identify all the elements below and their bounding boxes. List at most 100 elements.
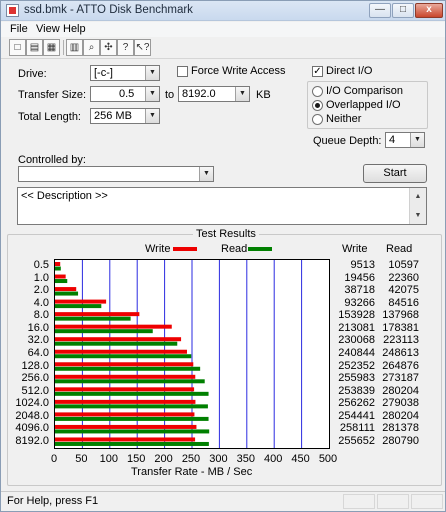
read-value-label: 248613 bbox=[382, 347, 419, 359]
transfer-size-from-select[interactable]: 0.5 ▼ bbox=[90, 86, 160, 102]
write-value-label: 255983 bbox=[338, 372, 375, 385]
context-help-button[interactable]: ↖? bbox=[134, 39, 151, 56]
legend-read-label: Read bbox=[221, 243, 248, 255]
total-length-label: Total Length: bbox=[18, 111, 81, 123]
chart-svg bbox=[55, 260, 303, 448]
total-length-select[interactable]: 256 MB ▼ bbox=[90, 108, 160, 124]
save-button[interactable]: ▦ bbox=[43, 39, 60, 56]
read-value-label: 42075 bbox=[388, 284, 419, 297]
total-length-value: 256 MB bbox=[94, 110, 132, 122]
write-value-label: 38718 bbox=[344, 284, 375, 297]
radio-io-comparison[interactable] bbox=[312, 86, 323, 97]
bar-read bbox=[55, 266, 61, 271]
chevron-down-icon: ▼ bbox=[410, 133, 424, 147]
legend-write-label: Write bbox=[145, 243, 171, 255]
toolbar-separator bbox=[63, 40, 64, 55]
transfer-size-to-select[interactable]: 8192.0 ▼ bbox=[178, 86, 250, 102]
x-tick-label: 500 bbox=[318, 453, 338, 465]
x-tick-label: 200 bbox=[154, 453, 173, 465]
io-comparison-label: I/O Comparison bbox=[326, 85, 404, 97]
description-textarea[interactable]: << Description >> ▲ ▼ bbox=[17, 187, 427, 225]
transfer-size-from-value: 0.5 bbox=[119, 88, 135, 100]
bar-write bbox=[55, 262, 61, 266]
scroll-down-icon[interactable]: ▼ bbox=[411, 208, 425, 223]
scroll-up-icon[interactable]: ▲ bbox=[411, 189, 425, 204]
description-scrollbar[interactable]: ▲ ▼ bbox=[409, 188, 426, 224]
x-tick-label: 300 bbox=[209, 453, 228, 465]
category-label: 64.0 bbox=[27, 347, 49, 359]
force-write-label: Force Write Access bbox=[191, 65, 286, 77]
chevron-down-icon: ▼ bbox=[145, 66, 159, 80]
bar-read bbox=[55, 304, 102, 309]
direct-io-checkbox[interactable]: ✓ bbox=[312, 66, 323, 77]
controlled-by-select[interactable]: ▼ bbox=[18, 166, 214, 182]
start-button[interactable]: Start bbox=[363, 164, 427, 183]
bar-write bbox=[55, 424, 197, 429]
category-label: 1024.0 bbox=[15, 397, 49, 410]
kb-label: KB bbox=[256, 89, 271, 101]
title-bar[interactable]: ssd.bmk - ATTO Disk Benchmark — □ x bbox=[1, 1, 445, 21]
read-value-label: 264876 bbox=[382, 359, 419, 372]
radio-overlapped-io[interactable] bbox=[312, 100, 323, 111]
force-write-checkbox[interactable] bbox=[177, 66, 188, 77]
queue-depth-select[interactable]: 4 ▼ bbox=[385, 132, 425, 148]
chart-plot-area bbox=[54, 259, 330, 449]
category-label: 4096.0 bbox=[15, 422, 49, 435]
print-icon: ▥ bbox=[69, 42, 80, 53]
menu-file[interactable]: File bbox=[10, 23, 28, 35]
status-bar: For Help, press F1 bbox=[1, 491, 445, 511]
category-label: 8192.0 bbox=[15, 434, 49, 447]
print-button[interactable]: ▥ bbox=[66, 39, 83, 56]
controlled-by-label: Controlled by: bbox=[18, 154, 86, 166]
checkmark-icon: ✓ bbox=[313, 66, 322, 77]
write-value-label: 9513 bbox=[350, 259, 375, 272]
write-value-label: 252352 bbox=[338, 359, 375, 372]
neither-label: Neither bbox=[326, 113, 362, 125]
read-value-label: 280790 bbox=[382, 434, 419, 447]
about-icon: ? bbox=[122, 42, 129, 53]
bar-read bbox=[55, 329, 153, 334]
write-column-header: Write bbox=[342, 243, 368, 255]
x-tick-label: 50 bbox=[75, 453, 88, 465]
category-label: 8.0 bbox=[33, 309, 49, 322]
chevron-down-icon: ▼ bbox=[235, 87, 249, 101]
bar-read bbox=[55, 279, 68, 284]
radio-neither[interactable] bbox=[312, 114, 323, 125]
bar-write bbox=[55, 324, 172, 329]
app-icon bbox=[6, 4, 19, 17]
bar-read bbox=[55, 391, 209, 396]
about-button[interactable]: ? bbox=[117, 39, 134, 56]
write-value-label: 153928 bbox=[338, 309, 375, 322]
bar-read bbox=[55, 354, 192, 359]
transfer-size-label: Transfer Size: bbox=[18, 89, 87, 101]
legend-read-swatch bbox=[248, 247, 272, 251]
menu-help[interactable]: Help bbox=[63, 23, 86, 35]
chevron-down-icon: ▼ bbox=[199, 167, 213, 181]
move-button[interactable]: ✣ bbox=[100, 39, 117, 56]
category-label: 2.0 bbox=[33, 284, 49, 297]
x-tick-label: 400 bbox=[264, 453, 283, 465]
read-value-label: 281378 bbox=[382, 422, 419, 435]
category-label: 512.0 bbox=[21, 384, 49, 397]
read-value-label: 10597 bbox=[388, 259, 419, 272]
close-button[interactable]: x bbox=[415, 3, 443, 18]
new-button[interactable]: □ bbox=[9, 39, 26, 56]
maximize-button[interactable]: □ bbox=[392, 3, 414, 18]
menu-view[interactable]: View bbox=[36, 23, 60, 35]
drive-select[interactable]: [-c-] ▼ bbox=[90, 65, 160, 81]
category-label: 1.0 bbox=[33, 271, 49, 284]
read-value-label: 223113 bbox=[383, 334, 419, 347]
direct-io-label: Direct I/O bbox=[326, 65, 373, 77]
bar-write bbox=[55, 337, 182, 342]
minimize-button[interactable]: — bbox=[369, 3, 391, 18]
test-results-title: Test Results bbox=[193, 228, 259, 240]
x-tick-label: 250 bbox=[181, 453, 201, 465]
legend-write-swatch bbox=[173, 247, 197, 251]
bar-write bbox=[55, 362, 194, 367]
overlapped-io-label: Overlapped I/O bbox=[326, 99, 401, 111]
status-cell bbox=[343, 494, 375, 509]
open-button[interactable]: ▤ bbox=[26, 39, 43, 56]
description-text: << Description >> bbox=[21, 190, 108, 202]
status-cell bbox=[377, 494, 409, 509]
print-preview-button[interactable]: ⌕ bbox=[83, 39, 100, 56]
